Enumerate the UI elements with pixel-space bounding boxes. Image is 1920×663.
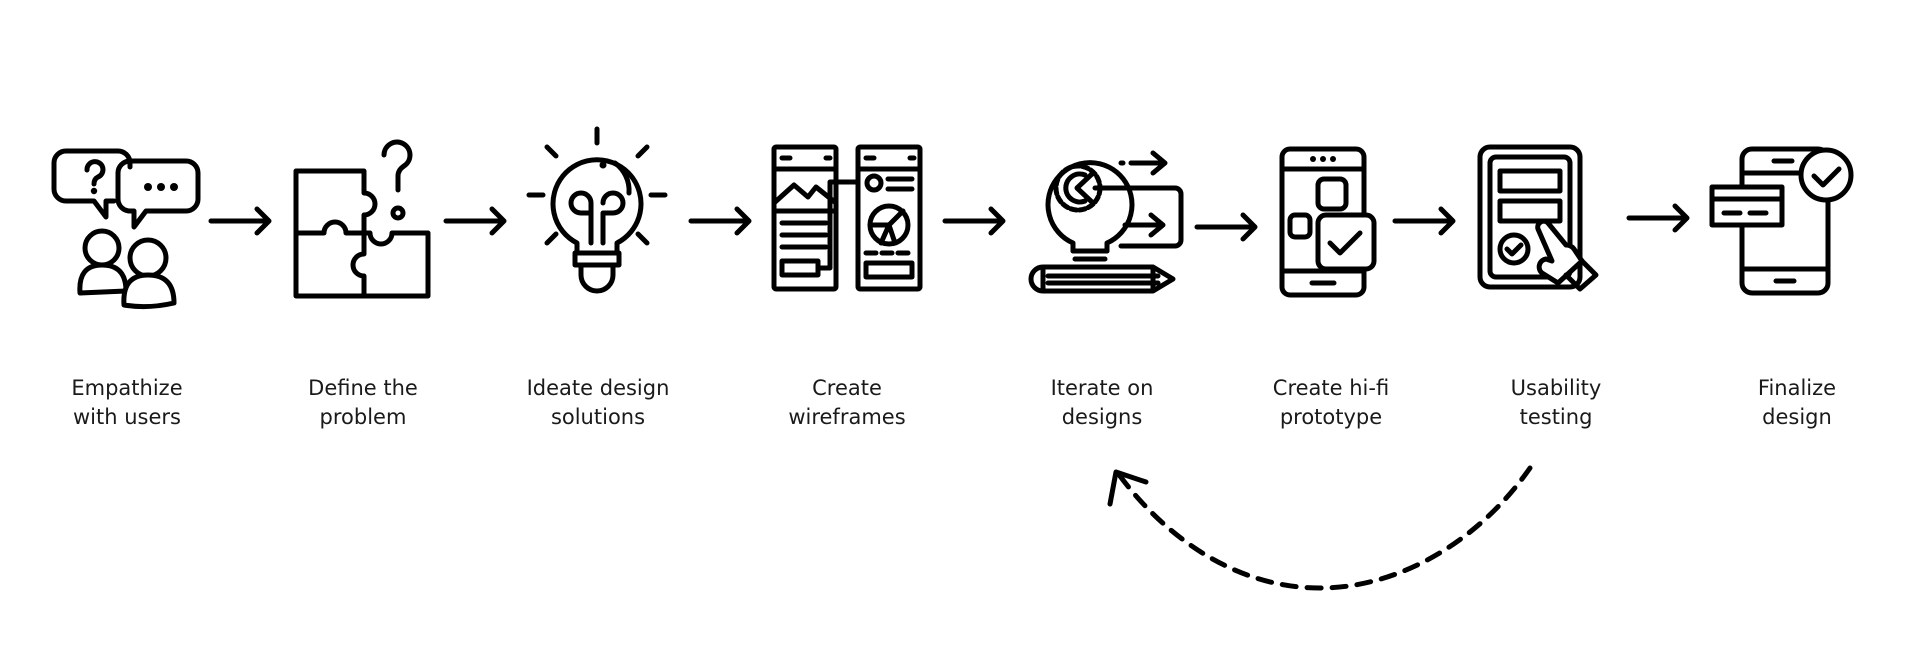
step-label-prototype: Create hi-fi prototype — [1272, 376, 1390, 429]
arrow-right-icon — [688, 206, 752, 236]
arrow-right-icon — [1392, 206, 1456, 236]
tablet-touch-testing-icon — [1477, 144, 1599, 292]
step-label-wireframes: Create wireframes — [788, 376, 906, 429]
step-label-finalize: Finalize design — [1757, 376, 1837, 429]
wireframes-icon — [771, 144, 923, 292]
step-label-define: Define the problem — [308, 376, 418, 429]
users-conversation-icon — [51, 148, 201, 310]
mobile-prototype-icon — [1279, 146, 1377, 298]
step-label-ideate: Ideate design solutions — [526, 376, 670, 429]
arrow-right-icon — [208, 206, 272, 236]
step-label-iterate: Iterate on designs — [1050, 376, 1154, 429]
step-label-usability: Usability testing — [1510, 376, 1602, 429]
puzzle-question-icon — [293, 139, 431, 299]
arrow-right-icon — [443, 206, 507, 236]
lightbulb-icon — [526, 126, 668, 294]
mobile-approved-icon — [1709, 146, 1854, 296]
step-label-empathize: Empathize with users — [71, 376, 183, 429]
arrow-right-icon — [1194, 212, 1258, 242]
arrow-right-icon — [942, 206, 1006, 236]
dashed-loop-arrow — [1107, 465, 1533, 591]
dashed-loop-path — [1117, 465, 1533, 591]
arrow-right-icon — [1626, 203, 1690, 233]
iterate-lightbulb-gear-icon — [1028, 150, 1184, 294]
